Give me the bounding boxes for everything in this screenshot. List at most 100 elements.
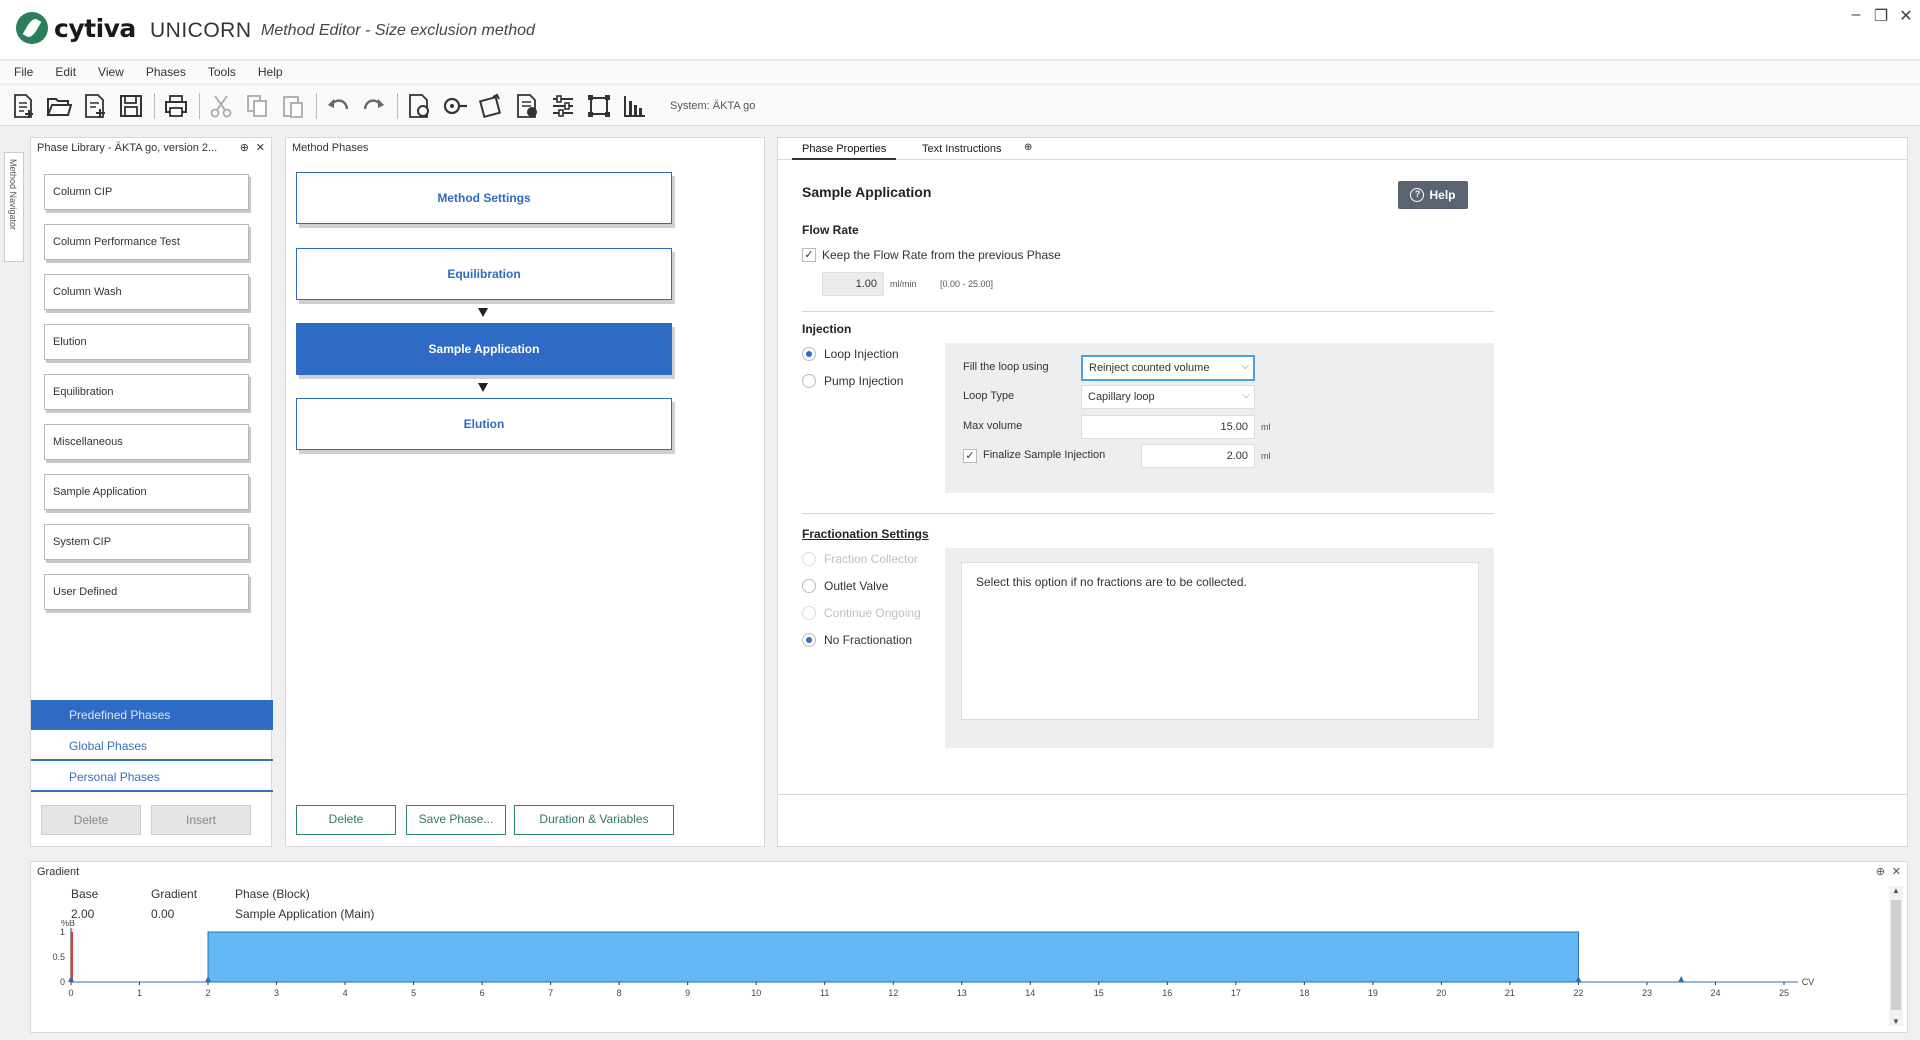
copy-icon[interactable]	[242, 91, 272, 121]
help-button[interactable]: ? Help	[1398, 181, 1468, 209]
library-item-miscellaneous[interactable]: Miscellaneous	[44, 424, 249, 460]
phase-sample-application[interactable]: Sample Application	[296, 323, 672, 375]
loop-type-value: Capillary loop	[1088, 391, 1155, 403]
no-fractionation-radio[interactable]	[802, 633, 816, 647]
fraction-collector-radio[interactable]	[802, 552, 816, 566]
library-item-column-performance-test[interactable]: Column Performance Test	[44, 224, 249, 260]
library-item-system-cip[interactable]: System CIP	[44, 524, 249, 560]
gradient-scrollbar[interactable]: ▲ ▼	[1889, 886, 1903, 1026]
library-item-equilibration[interactable]: Equilibration	[44, 374, 249, 410]
x-tick-label: 6	[480, 988, 485, 998]
scroll-up-icon[interactable]: ▲	[1892, 886, 1900, 895]
pump-injection-label: Pump Injection	[824, 374, 904, 388]
fractionation-title: Fractionation Settings	[802, 527, 929, 541]
close-icon[interactable]: ✕	[256, 141, 265, 154]
save-as-icon[interactable]	[80, 91, 110, 121]
method-settings-icon[interactable]	[404, 91, 434, 121]
new-method-icon[interactable]	[8, 91, 38, 121]
x-tick-label: 17	[1231, 988, 1241, 998]
library-item-elution[interactable]: Elution	[44, 324, 249, 360]
gradient-icon[interactable]	[476, 91, 506, 121]
finalize-injection-checkbox[interactable]: ✓	[963, 449, 977, 463]
menu-file[interactable]: File	[14, 61, 33, 83]
phase-library-title: Phase Library - ÄKTA go, version 2...	[37, 142, 218, 154]
phase-marker	[68, 976, 74, 982]
phase-equilibration[interactable]: Equilibration	[296, 248, 672, 300]
redo-icon[interactable]	[359, 91, 389, 121]
x-tick-label: 1	[137, 988, 142, 998]
method-navigator-tab[interactable]: Method Navigator	[4, 152, 24, 262]
phase-properties-panel: Phase Properties Text Instructions ⊕ Sam…	[777, 137, 1908, 847]
tab-predefined-phases[interactable]: Predefined Phases	[31, 700, 273, 730]
pin-icon[interactable]: ⊕	[1024, 142, 1032, 153]
scroll-down-icon[interactable]: ▼	[1892, 1017, 1900, 1026]
flow-rate-input[interactable]: 1.00	[822, 272, 884, 296]
settings-icon[interactable]	[548, 91, 578, 121]
paste-icon[interactable]	[278, 91, 308, 121]
x-tick-label: 20	[1436, 988, 1446, 998]
toolbar-separator	[154, 92, 155, 119]
menu-help[interactable]: Help	[258, 61, 283, 83]
app-name: UNICORN	[150, 19, 252, 42]
undo-icon[interactable]	[323, 91, 353, 121]
maximize-button[interactable]: ❐	[1871, 6, 1891, 26]
scrollbar-thumb[interactable]	[1891, 900, 1901, 1010]
menu-view[interactable]: View	[98, 61, 124, 83]
save-icon[interactable]	[116, 91, 146, 121]
loop-injection-radio[interactable]	[802, 347, 816, 361]
library-item-column-wash[interactable]: Column Wash	[44, 274, 249, 310]
library-insert-button[interactable]: Insert	[151, 805, 251, 835]
phase-elution[interactable]: Elution	[296, 398, 672, 450]
keep-flow-rate-checkbox[interactable]: ✓	[802, 248, 816, 262]
divider	[802, 513, 1494, 514]
library-item-user-defined[interactable]: User Defined	[44, 574, 249, 610]
no-fractionation-label: No Fractionation	[824, 633, 913, 647]
chart-icon[interactable]	[620, 91, 650, 121]
fill-loop-value: Reinject counted volume	[1089, 362, 1210, 374]
save-phase-button[interactable]: Save Phase...	[406, 805, 506, 835]
crop-icon[interactable]	[584, 91, 614, 121]
cut-icon[interactable]	[206, 91, 236, 121]
cytiva-logo: cytiva	[16, 12, 136, 44]
report-icon[interactable]	[512, 91, 542, 121]
arrow-down-icon	[478, 308, 488, 317]
tab-phase-properties[interactable]: Phase Properties	[792, 138, 897, 160]
run-icon[interactable]	[440, 91, 470, 121]
library-item-sample-application[interactable]: Sample Application	[44, 474, 249, 510]
open-icon[interactable]	[44, 91, 74, 121]
gradient-title: Gradient	[37, 866, 80, 878]
library-delete-button[interactable]: Delete	[41, 805, 141, 835]
menu-tools[interactable]: Tools	[208, 61, 236, 83]
gradient-label: Gradient	[151, 887, 198, 901]
fill-loop-dropdown[interactable]: Reinject counted volume ⌵	[1081, 355, 1255, 381]
library-item-column-cip[interactable]: Column CIP	[44, 174, 249, 210]
duration-variables-button[interactable]: Duration & Variables	[514, 805, 674, 835]
close-window-button[interactable]: ✕	[1896, 6, 1916, 26]
print-icon[interactable]	[161, 91, 191, 121]
pin-icon[interactable]: ⊕	[1876, 865, 1885, 878]
pump-injection-radio[interactable]	[802, 374, 816, 388]
menu-edit[interactable]: Edit	[55, 61, 76, 83]
method-phases-panel: Method Phases Method Settings Equilibrat…	[285, 137, 765, 847]
flow-rate-title: Flow Rate	[802, 223, 859, 237]
minimize-button[interactable]: –	[1846, 6, 1866, 24]
max-volume-input[interactable]: 15.00	[1081, 415, 1255, 439]
x-tick-label: 10	[751, 988, 761, 998]
loop-type-label: Loop Type	[963, 390, 1015, 402]
tab-text-instructions[interactable]: Text Instructions	[912, 138, 1011, 160]
phase-properties-tabs: Phase Properties Text Instructions ⊕	[778, 138, 1907, 160]
outlet-valve-radio[interactable]	[802, 579, 816, 593]
tab-global-phases[interactable]: Global Phases	[31, 731, 273, 761]
loop-type-dropdown[interactable]: Capillary loop ⌵	[1081, 385, 1255, 409]
toolbar: System: ÄKTA go	[0, 86, 1920, 126]
menu-phases[interactable]: Phases	[146, 61, 186, 83]
continue-ongoing-radio[interactable]	[802, 606, 816, 620]
x-tick-label: 5	[411, 988, 416, 998]
phase-method-settings[interactable]: Method Settings	[296, 172, 672, 224]
phase-delete-button[interactable]: Delete	[296, 805, 396, 835]
close-icon[interactable]: ✕	[1892, 865, 1901, 878]
pin-icon[interactable]: ⊕	[240, 141, 249, 154]
finalize-volume-input[interactable]: 2.00	[1141, 444, 1255, 468]
window-title: Method Editor - Size exclusion method	[261, 22, 535, 39]
tab-personal-phases[interactable]: Personal Phases	[31, 762, 273, 792]
